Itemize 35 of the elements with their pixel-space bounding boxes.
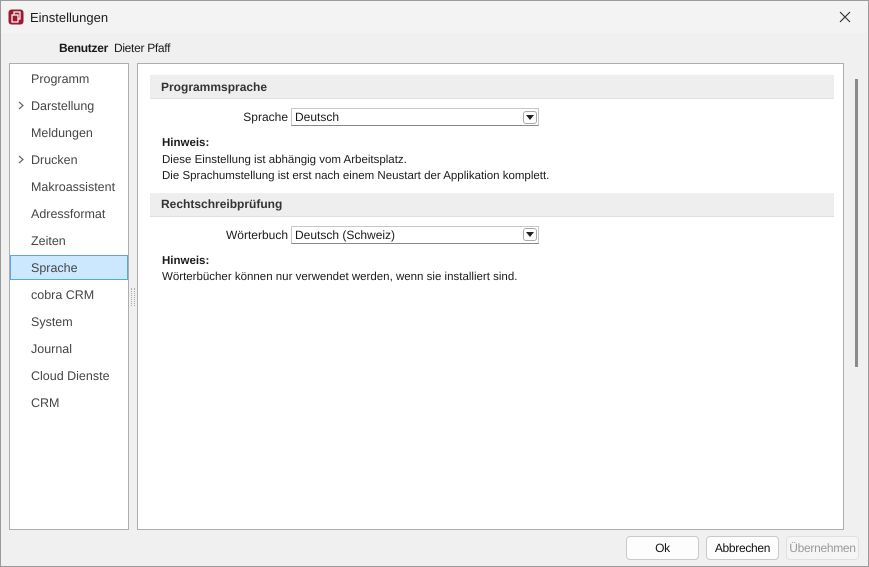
sidebar-item[interactable]: Cloud Dienste <box>10 363 128 388</box>
close-icon[interactable] <box>839 11 851 23</box>
sidebar-item[interactable]: Journal <box>10 336 128 361</box>
note-text: Wörterbücher können nur verwendet werden, wenn sie installiert sind. <box>162 270 518 285</box>
dropdown[interactable]: Deutsch (Schweiz) <box>291 226 539 244</box>
app-icon <box>8 9 24 25</box>
note-title: Hinweis: <box>162 136 210 151</box>
sidebar-item[interactable]: CRM <box>10 390 128 415</box>
sidebar-item[interactable]: Zeiten <box>10 228 128 253</box>
sidebar-item[interactable]: System <box>10 309 128 334</box>
note-title: Hinweis: <box>162 254 210 268</box>
splitter-handle[interactable] <box>131 288 135 306</box>
scrollbar-thumb[interactable] <box>854 79 858 367</box>
dropdown[interactable]: Deutsch <box>291 108 539 126</box>
chevron-icon[interactable] <box>18 155 24 164</box>
section-header: Programmsprache <box>150 75 834 99</box>
note-text: Die Sprachumstellung ist erst nach einem Neustart der Applikation komplett. <box>162 169 550 184</box>
sidebar-item[interactable]: Adressformat <box>10 201 128 226</box>
sidebar-item[interactable]: cobra CRM <box>10 282 128 307</box>
window-title: Einstellungen <box>30 10 108 24</box>
user-name: Dieter Pfaff <box>114 41 170 55</box>
sidebar-item[interactable]: Programm <box>10 66 128 91</box>
sidebar-item[interactable]: Sprache <box>10 255 128 280</box>
dialog-button[interactable]: Ok <box>626 536 699 560</box>
chevron-icon[interactable] <box>18 101 24 110</box>
sidebar-item[interactable]: Drucken <box>10 147 128 172</box>
sidebar-item[interactable]: Makroassistent <box>10 174 128 199</box>
user-label: Benutzer <box>59 41 108 55</box>
field-label: Sprache <box>242 110 289 124</box>
field-label: Wörterbuch <box>224 228 289 242</box>
sidebar-item[interactable]: Darstellung <box>10 93 128 118</box>
sidebar-item[interactable]: Meldungen <box>10 120 128 145</box>
section-header: Rechtschreibprüfung <box>150 192 834 216</box>
note-text: Diese Einstellung ist abhängig vom Arbeitsplatz. <box>162 152 408 168</box>
dialog-button[interactable]: Abbrechen <box>706 536 779 560</box>
